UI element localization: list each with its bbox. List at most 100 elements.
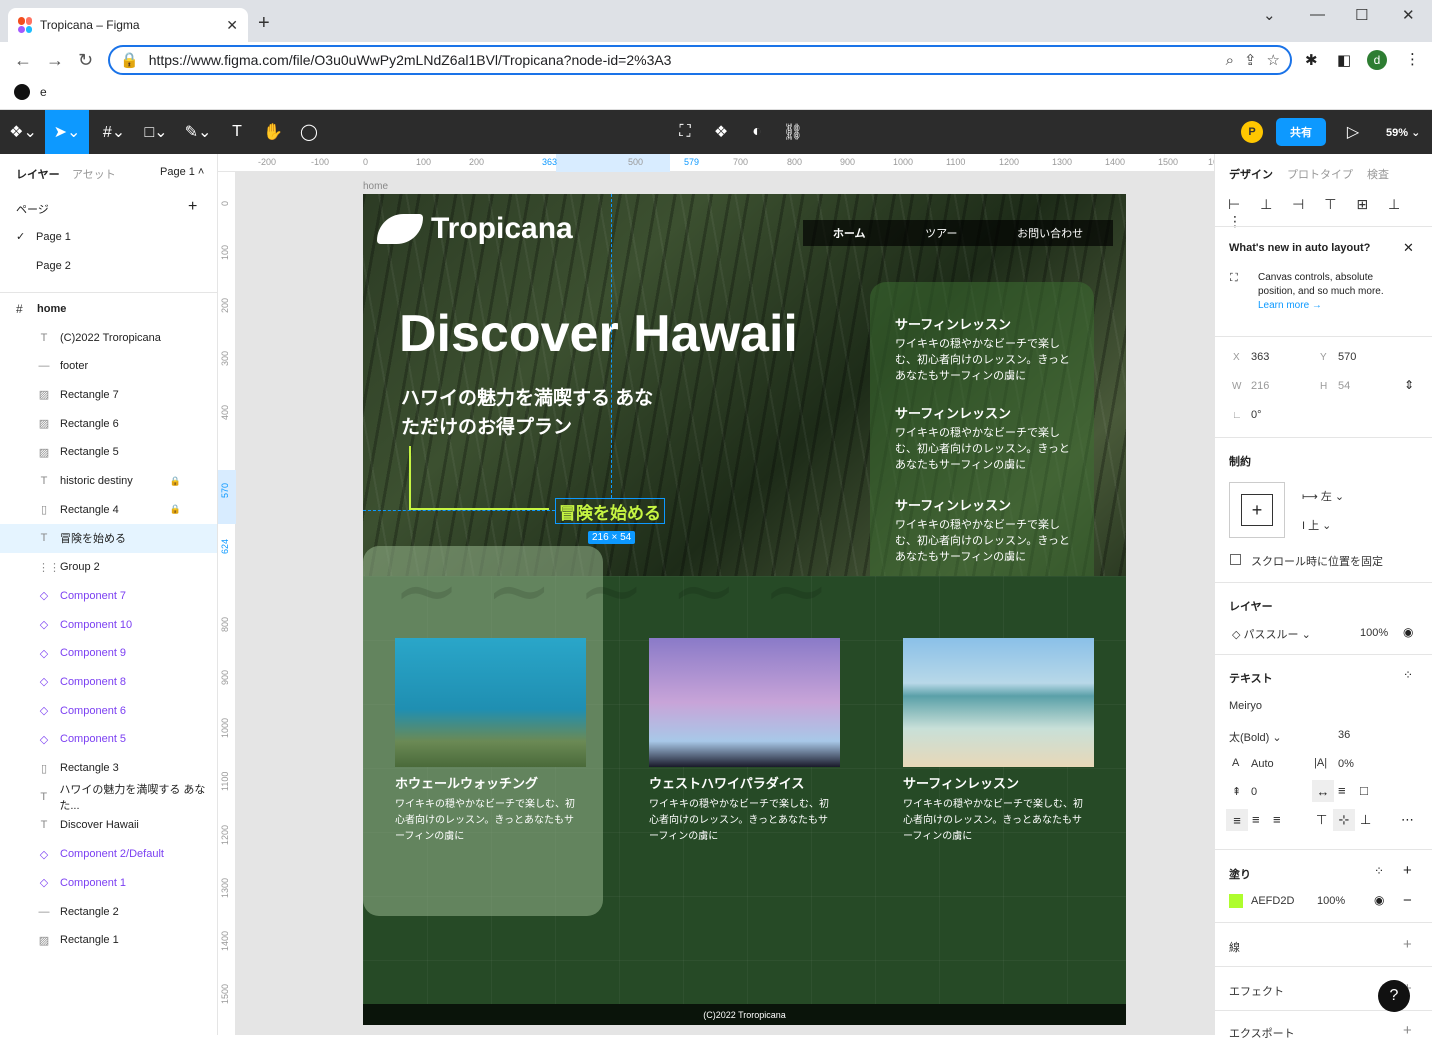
tab-search-icon[interactable]: ⌄: [1263, 6, 1276, 24]
card-title[interactable]: サーフィンレッスン: [903, 773, 1019, 792]
align-right-icon[interactable]: ≡: [1273, 812, 1281, 827]
browser-menu-icon[interactable]: ⋮: [1405, 50, 1420, 68]
close-icon[interactable]: ✕: [1403, 240, 1414, 256]
align-left-icon[interactable]: ≡: [1226, 809, 1248, 831]
card-photo[interactable]: [903, 638, 1094, 767]
lock-icon[interactable]: 🔒: [170, 504, 181, 515]
layer-row[interactable]: ◇ Component 9: [0, 639, 217, 668]
layer-opacity[interactable]: 100%: [1360, 627, 1388, 639]
extensions-icon[interactable]: ✱: [1305, 51, 1318, 69]
maximize-icon[interactable]: ☐: [1355, 6, 1368, 24]
constrain-proportions-icon[interactable]: ⇕: [1404, 378, 1414, 392]
page-item-1[interactable]: Page 1: [36, 231, 71, 243]
hero-subtitle[interactable]: ハワイの魅力を満喫する あなただけのお得プラン: [401, 384, 661, 442]
tab-assets[interactable]: アセット: [72, 166, 116, 182]
frame-label[interactable]: home: [363, 181, 388, 192]
layer-row[interactable]: T Discover Hawaii: [0, 811, 217, 840]
add-fill-icon[interactable]: +: [1403, 862, 1412, 879]
share-page-icon[interactable]: ⇪: [1244, 51, 1257, 69]
rotation-input[interactable]: 0°: [1251, 409, 1262, 421]
fill-eye-icon[interactable]: ◉: [1374, 893, 1384, 907]
layer-row[interactable]: — footer: [0, 352, 217, 381]
fill-color-swatch[interactable]: [1229, 894, 1243, 908]
page-selector[interactable]: Page 1 ˄: [160, 166, 204, 178]
card-text[interactable]: ワイキキの穏やかなビーチで楽しむ、初心者向けのレッスン。きっとあなたもサーフィン…: [395, 797, 580, 845]
text-styles-icon[interactable]: ⁘: [1403, 668, 1413, 682]
fill-opacity[interactable]: 100%: [1317, 895, 1345, 907]
nav-contact[interactable]: お問い合わせ: [1017, 225, 1083, 241]
share-button[interactable]: 共有: [1276, 118, 1326, 146]
para-spacing-input[interactable]: 0: [1251, 786, 1257, 798]
home-frame[interactable]: Tropicana ホーム ツアー お問い合わせ ~ ~ ~ ~ ~ Disco…: [363, 194, 1126, 1025]
layer-row[interactable]: ◇ Component 10: [0, 610, 217, 639]
tab-layers[interactable]: レイヤー: [16, 166, 60, 182]
align-middle-icon[interactable]: ⊹: [1333, 809, 1355, 831]
lock-icon[interactable]: 🔒: [170, 476, 181, 487]
layer-row[interactable]: ▯ Rectangle 3: [0, 754, 217, 783]
comment-tool-icon[interactable]: ◯: [294, 110, 324, 154]
add-stroke-icon[interactable]: +: [1403, 936, 1412, 953]
component-icon[interactable]: ❖: [706, 110, 736, 154]
layer-row[interactable]: ▨ Rectangle 7: [0, 380, 217, 409]
shape-tool-icon[interactable]: □⌄: [138, 110, 174, 154]
eye-icon[interactable]: ◉: [1403, 625, 1413, 639]
nav-tour[interactable]: ツアー: [925, 225, 957, 241]
figma-menu-icon[interactable]: ❖⌄: [4, 110, 42, 154]
align-center-icon[interactable]: ≡: [1252, 812, 1260, 827]
layer-row[interactable]: ◇ Component 7: [0, 581, 217, 610]
fix-scroll-checkbox[interactable]: [1230, 554, 1241, 565]
select-matching-icon[interactable]: ⛶: [670, 110, 700, 154]
layer-row[interactable]: ▨ Rectangle 6: [0, 409, 217, 438]
hand-tool-icon[interactable]: ✋: [258, 110, 288, 154]
link-icon[interactable]: ⛓: [778, 110, 808, 154]
present-play-icon[interactable]: ▷: [1338, 110, 1368, 154]
constraint-plus-icon[interactable]: +: [1241, 494, 1273, 526]
card-photo[interactable]: [395, 638, 586, 767]
fill-styles-icon[interactable]: ⁘: [1374, 864, 1384, 878]
nav-home[interactable]: ホーム: [833, 225, 866, 241]
card-text[interactable]: ワイキキの穏やかなビーチで楽しむ、初心者向けのレッスン。きっとあなたもサーフィン…: [903, 797, 1088, 845]
layer-row[interactable]: ◇ Component 6: [0, 696, 217, 725]
y-input[interactable]: 570: [1338, 351, 1356, 363]
card-title[interactable]: ホウェールウォッチング: [395, 773, 538, 792]
help-icon[interactable]: ?: [1378, 980, 1410, 1012]
layer-row[interactable]: Thistoric destiny 🔒: [0, 467, 217, 496]
hero-title[interactable]: Discover Hawaii: [399, 304, 798, 364]
profile-avatar[interactable]: d: [1367, 50, 1387, 70]
page-item-2[interactable]: Page 2: [36, 260, 71, 272]
reload-icon[interactable]: ↻: [78, 50, 93, 71]
align-icons[interactable]: ⊢ ⊥ ⊣ ⊤ ⊞ ⊥ ⋮: [1228, 196, 1432, 230]
layer-row[interactable]: T 冒険を始める: [0, 523, 217, 553]
layer-row[interactable]: ◇ Component 5: [0, 725, 217, 754]
line-height-input[interactable]: Auto: [1251, 758, 1274, 770]
letter-spacing-input[interactable]: 0%: [1338, 758, 1354, 770]
layer-row[interactable]: ▨ Rectangle 5: [0, 438, 217, 467]
card-title[interactable]: ウェストハワイパラダイス: [649, 773, 804, 792]
back-icon[interactable]: ←: [14, 50, 32, 71]
fixed-size-icon[interactable]: □: [1360, 783, 1368, 798]
close-window-icon[interactable]: ✕: [1402, 6, 1415, 24]
layer-row[interactable]: ▨ Rectangle 1: [0, 926, 217, 955]
mask-icon[interactable]: ◐: [742, 110, 772, 154]
move-tool-icon[interactable]: ➤⌄: [45, 110, 89, 154]
constraint-horizontal[interactable]: ⟼ 左 ⌄: [1302, 488, 1344, 504]
bookmark-item[interactable]: e: [14, 84, 47, 100]
close-tab-icon[interactable]: ✕: [226, 17, 238, 34]
frame-tool-icon[interactable]: #⌄: [96, 110, 132, 154]
layer-frame-home[interactable]: home: [37, 303, 66, 315]
x-input[interactable]: 363: [1251, 351, 1269, 363]
align-bottom-icon[interactable]: ⊥: [1360, 812, 1371, 828]
learn-more-link[interactable]: Learn more →: [1258, 300, 1322, 311]
layer-row[interactable]: ⋮⋮ Group 2: [0, 553, 217, 582]
blend-mode[interactable]: ◇ パススルー ⌄: [1232, 626, 1311, 642]
tab-prototype[interactable]: プロトタイプ: [1287, 166, 1353, 182]
add-export-icon[interactable]: +: [1403, 1022, 1412, 1039]
font-family[interactable]: Meiryo: [1229, 700, 1262, 712]
zoom-search-icon[interactable]: ⌕: [1226, 52, 1234, 69]
remove-fill-icon[interactable]: −: [1403, 892, 1412, 909]
w-input[interactable]: 216: [1251, 380, 1269, 392]
tab-design[interactable]: デザイン: [1229, 166, 1273, 182]
card-photo[interactable]: [649, 638, 840, 767]
browser-tab[interactable]: Tropicana – Figma ✕: [8, 8, 248, 42]
constraint-vertical[interactable]: I 上 ⌄: [1302, 517, 1331, 533]
